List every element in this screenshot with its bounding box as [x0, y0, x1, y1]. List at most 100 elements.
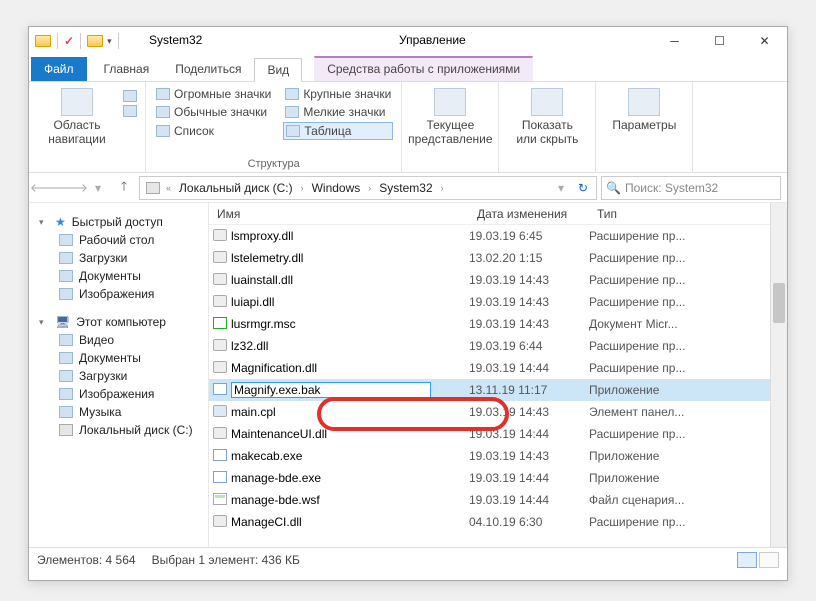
file-name: luiapi.dll [231, 295, 469, 309]
chevron-icon[interactable]: › [299, 183, 306, 193]
tab-file[interactable]: Файл [31, 57, 87, 81]
bc-windows[interactable]: Windows [306, 179, 367, 197]
file-row[interactable]: luainstall.dll19.03.19 14:43Расширение п… [209, 269, 787, 291]
col-type[interactable]: Тип [589, 207, 787, 221]
current-view-button[interactable]: Текущее представление [410, 86, 490, 148]
view-lg-icons[interactable]: Крупные значки [283, 86, 393, 102]
options-label: Параметры [612, 118, 676, 132]
current-view-label: Текущее представление [408, 118, 492, 146]
file-name: lz32.dll [231, 339, 469, 353]
scrollbar-vertical[interactable] [770, 203, 787, 547]
view-md-icons[interactable]: Обычные значки [154, 104, 273, 120]
search-input[interactable]: 🔍 Поиск: System32 [601, 176, 781, 200]
file-row[interactable]: lsmproxy.dll19.03.19 6:45Расширение пр..… [209, 225, 787, 247]
tab-view[interactable]: Вид [254, 58, 302, 82]
nav-desktop[interactable]: Рабочий стол [29, 231, 208, 249]
options-icon [628, 88, 660, 116]
details-pane-icon[interactable] [123, 105, 137, 117]
file-row[interactable]: 13.11.19 11:17Приложение [209, 379, 787, 401]
recent-button[interactable]: ▾ [87, 177, 109, 199]
nav-pictures2[interactable]: Изображения [29, 385, 208, 403]
up-button[interactable]: 🡑 [113, 177, 135, 199]
file-type: Приложение [589, 449, 787, 463]
file-row[interactable]: lstelemetry.dll13.02.20 1:15Расширение п… [209, 247, 787, 269]
view-xl-icons[interactable]: Огромные значки [154, 86, 273, 102]
maximize-button[interactable]: ☐ [697, 27, 742, 55]
bc-system32[interactable]: System32 [373, 179, 438, 197]
nav-documents2[interactable]: Документы [29, 349, 208, 367]
view-list[interactable]: Список [154, 122, 273, 140]
file-type: Файл сценария... [589, 493, 787, 507]
qat-newfolder-icon[interactable] [87, 35, 103, 47]
tab-app-tools[interactable]: Средства работы с приложениями [314, 56, 533, 81]
star-icon: ★ [55, 215, 66, 229]
status-selection: Выбран 1 элемент: 436 КБ [152, 553, 300, 567]
nav-documents[interactable]: Документы [29, 267, 208, 285]
rename-input[interactable] [231, 382, 431, 398]
nav-drive-c[interactable]: Локальный диск (C:) [29, 421, 208, 439]
chevron-icon[interactable]: › [439, 183, 446, 193]
chevron-icon[interactable]: › [366, 183, 373, 193]
back-button[interactable]: 🡐 [35, 177, 57, 199]
nav-pane-icon [61, 88, 93, 116]
current-view-icon [434, 88, 466, 116]
desktop-icon [59, 234, 73, 246]
exe-icon [209, 383, 231, 398]
file-row[interactable]: manage-bde.wsf19.03.19 14:44Файл сценари… [209, 489, 787, 511]
nav-music[interactable]: Музыка [29, 403, 208, 421]
scrollbar-thumb[interactable] [773, 283, 785, 323]
qat-props-icon[interactable]: ✓ [64, 34, 74, 48]
nav-pane-label: Область навигации [41, 118, 113, 146]
nav-downloads[interactable]: Загрузки [29, 249, 208, 267]
details-view-toggle[interactable] [737, 552, 757, 568]
history-dropdown-icon[interactable]: ▾ [550, 177, 572, 199]
nav-pane-button[interactable]: Область навигации [37, 86, 117, 148]
downloads-icon [59, 252, 73, 264]
col-date[interactable]: Дата изменения [469, 207, 589, 221]
file-row[interactable]: lusrmgr.msc19.03.19 14:43Документ Micr..… [209, 313, 787, 335]
file-row[interactable]: manage-bde.exe19.03.19 14:44Приложение [209, 467, 787, 489]
file-row[interactable]: lz32.dll19.03.19 6:44Расширение пр... [209, 335, 787, 357]
file-name: main.cpl [231, 405, 469, 419]
minimize-button[interactable]: ─ [652, 27, 697, 55]
md-icon [156, 106, 170, 118]
options-button[interactable]: Параметры [604, 86, 684, 134]
file-date: 19.03.19 6:45 [469, 229, 589, 243]
file-date: 19.03.19 14:43 [469, 405, 589, 419]
file-date: 04.10.19 6:30 [469, 515, 589, 529]
file-row[interactable]: Magnification.dll19.03.19 14:44Расширени… [209, 357, 787, 379]
thumbnails-view-toggle[interactable] [759, 552, 779, 568]
exe-icon [209, 449, 231, 464]
preview-pane-icon[interactable] [123, 90, 137, 102]
nav-quick-access[interactable]: ▾★Быстрый доступ [29, 213, 208, 231]
view-details[interactable]: Таблица [283, 122, 393, 140]
file-row[interactable]: ManageCI.dll04.10.19 6:30Расширение пр..… [209, 511, 787, 533]
bc-drive[interactable]: Локальный диск (C:) [173, 179, 299, 197]
drive-icon [59, 424, 73, 436]
col-name[interactable]: Имя [209, 207, 469, 221]
nav-downloads2[interactable]: Загрузки [29, 367, 208, 385]
status-bar: Элементов: 4 564 Выбран 1 элемент: 436 К… [29, 547, 787, 571]
file-row[interactable]: main.cpl19.03.19 14:43Элемент панел... [209, 401, 787, 423]
nav-this-pc[interactable]: ▾🖥Этот компьютер [29, 313, 208, 331]
dll-icon [209, 427, 231, 442]
show-hide-button[interactable]: Показать или скрыть [507, 86, 587, 148]
nav-videos[interactable]: Видео [29, 331, 208, 349]
window-title: System32 [149, 33, 202, 47]
qat-dropdown-icon[interactable]: ▾ [107, 36, 112, 47]
file-date: 19.03.19 14:44 [469, 493, 589, 507]
file-row[interactable]: luiapi.dll19.03.19 14:43Расширение пр... [209, 291, 787, 313]
view-sm-icons[interactable]: Мелкие значки [283, 104, 393, 120]
file-row[interactable]: MaintenanceUI.dll19.03.19 14:44Расширени… [209, 423, 787, 445]
close-button[interactable]: ✕ [742, 27, 787, 55]
file-type: Расширение пр... [589, 229, 787, 243]
tab-home[interactable]: Главная [91, 57, 163, 81]
nav-pictures[interactable]: Изображения [29, 285, 208, 303]
file-row[interactable]: makecab.exe19.03.19 14:43Приложение [209, 445, 787, 467]
forward-button[interactable]: 🡒 [61, 177, 83, 199]
refresh-button[interactable]: ↻ [572, 181, 594, 195]
breadcrumb[interactable]: « Локальный диск (C:) › Windows › System… [139, 176, 597, 200]
pc-icon: 🖥 [55, 315, 70, 329]
tab-share[interactable]: Поделиться [162, 57, 254, 81]
file-date: 13.02.20 1:15 [469, 251, 589, 265]
